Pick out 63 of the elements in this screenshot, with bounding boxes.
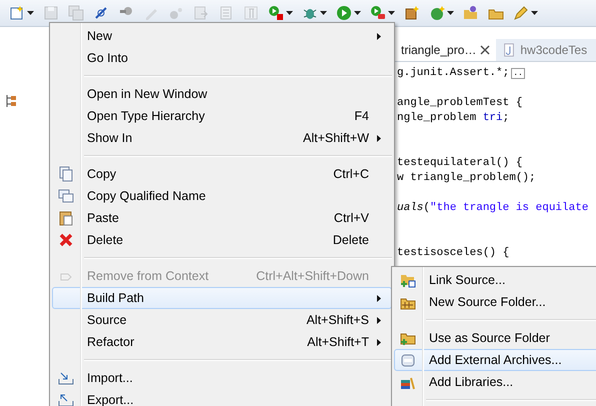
code-line: testequilateral() { [397,157,522,169]
run-icon [336,5,352,21]
menu-item[interactable]: Add Libraries... [394,371,596,393]
menu-item[interactable]: Build Path [52,287,392,309]
save-icon [43,5,59,21]
arrows-icon [193,5,209,21]
dropdown-caret-icon[interactable] [354,11,361,15]
delete-icon [58,232,74,248]
menu-item[interactable]: New Source Folder... [394,291,596,313]
dropdown-caret-icon[interactable] [27,11,34,15]
code-line: g.junit.Assert.*; .. [397,67,525,79]
tab-label: hw3codeTes [520,43,588,57]
menu-item[interactable]: Paste Ctrl+V [52,207,392,229]
menu-item[interactable]: Show In Alt+Shift+W [52,127,392,149]
pen-icon [93,5,109,21]
dropdown-caret-icon[interactable] [388,11,395,15]
menu-item[interactable]: New [52,25,392,47]
editor-tab[interactable]: triangle_pro… [395,39,496,61]
export-icon [58,392,74,406]
dropdown-caret-icon[interactable] [531,11,538,15]
submenu-arrow-icon [377,338,381,346]
menu-item[interactable]: Copy Ctrl+C [52,163,392,185]
menu-item[interactable]: Import... [52,367,392,389]
code-line: angle_problemTest { [397,97,522,109]
dropdown-caret-icon[interactable] [447,11,454,15]
close-icon[interactable] [480,45,490,55]
submenu-arrow-icon [377,32,381,40]
code-line: uals("the trangle is equilate [397,202,588,214]
menu-item[interactable]: Link Source... [394,269,596,291]
tab-label: triangle_pro… [401,43,476,57]
document-icon [218,5,234,21]
code-line: ngle_problem tri; [397,112,510,124]
menu-item[interactable]: Open Type Hierarchy F4 [52,105,392,127]
code-line: testisosceles() { [397,247,510,259]
menu-item[interactable]: Use as Source Folder [394,327,596,349]
submenu-arrow-icon [377,316,381,324]
new-file-icon [9,5,25,21]
submenu-arrow-icon [377,134,381,142]
class-icon [429,5,445,21]
submenu-arrow-icon [377,294,381,302]
menu-item[interactable]: Open in New Window [52,83,392,105]
pencil-icon [513,5,529,21]
java-file-icon [502,43,516,57]
menu-item[interactable]: Refactor Alt+Shift+T [52,331,392,353]
clipboard-icon [58,210,74,226]
run-test-icon [268,5,284,21]
run-tool-icon [370,5,386,21]
menu-item[interactable]: Go Into [52,47,392,69]
copy-icon [58,188,74,204]
dropdown-caret-icon[interactable] [320,11,327,15]
open-folder-icon [463,5,479,21]
menu-item[interactable]: Delete Delete [52,229,392,251]
menu-item[interactable]: Add External Archives... [394,349,596,371]
save-all-icon [68,5,84,21]
link-source-icon [400,272,416,288]
menu-item[interactable]: Source Alt+Shift+S [52,309,392,331]
copy-icon [58,166,74,182]
editor-tab[interactable]: hw3codeTes [496,39,594,61]
import-icon [58,370,74,386]
menu-item[interactable]: Copy Qualified Name [52,185,392,207]
code-line: w triangle_problem(); [397,172,536,184]
package-icon [404,5,420,21]
dropdown-caret-icon[interactable] [286,11,293,15]
